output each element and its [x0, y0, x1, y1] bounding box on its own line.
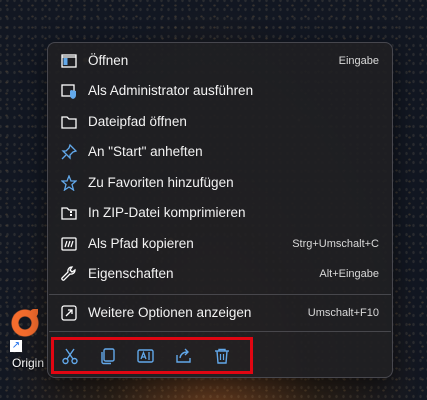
- more-options-icon: [61, 305, 77, 321]
- desktop-shortcut-origin[interactable]: ↗ Origin: [2, 306, 48, 376]
- menu-separator: [49, 331, 391, 332]
- menu-item-label: Eigenschaften: [88, 266, 174, 281]
- shield-admin-icon: [61, 83, 77, 99]
- menu-item-label: Als Administrator ausführen: [88, 83, 254, 98]
- menu-item-label: Öffnen: [88, 53, 129, 68]
- desktop-icon-label: Origin: [12, 356, 45, 370]
- cut-button[interactable]: [58, 344, 82, 368]
- menu-item-properties[interactable]: Eigenschaften Alt+Eingabe: [53, 259, 387, 289]
- menu-item-shortcut: Strg+Umschalt+C: [292, 238, 379, 250]
- zip-folder-icon: [61, 205, 77, 221]
- cut-icon: [61, 347, 79, 365]
- origin-app-icon: [10, 308, 40, 338]
- menu-separator: [49, 294, 391, 295]
- copy-path-icon: [61, 236, 77, 252]
- menu-item-open[interactable]: Öffnen Eingabe: [53, 46, 387, 76]
- delete-icon: [213, 347, 231, 365]
- menu-item-shortcut: Umschalt+F10: [307, 307, 379, 319]
- open-window-icon: [61, 53, 77, 69]
- delete-button[interactable]: [210, 344, 234, 368]
- menu-item-label: Dateipfad öffnen: [88, 114, 187, 129]
- menu-item-label: Weitere Optionen anzeigen: [88, 305, 252, 320]
- star-icon: [61, 175, 77, 191]
- menu-item-shortcut: Alt+Eingabe: [319, 268, 379, 280]
- menu-item-show-more-options[interactable]: Weitere Optionen anzeigen Umschalt+F10: [53, 298, 387, 328]
- share-button[interactable]: [172, 344, 196, 368]
- rename-button[interactable]: [134, 344, 158, 368]
- copy-icon: [99, 347, 117, 365]
- folder-icon: [61, 114, 77, 130]
- menu-item-pin-to-start[interactable]: An "Start" anheften: [53, 137, 387, 167]
- quick-action-toolbar: [51, 337, 253, 374]
- menu-item-open-file-path[interactable]: Dateipfad öffnen: [53, 107, 387, 137]
- context-menu: Öffnen Eingabe Als Administrator ausführ…: [47, 42, 393, 378]
- menu-item-label: An "Start" anheften: [88, 144, 203, 159]
- wrench-icon: [61, 266, 77, 282]
- share-icon: [175, 347, 193, 365]
- menu-item-add-to-favorites[interactable]: Zu Favoriten hinzufügen: [53, 168, 387, 198]
- menu-item-label: Zu Favoriten hinzufügen: [88, 175, 234, 190]
- menu-item-label: In ZIP-Datei komprimieren: [88, 205, 246, 220]
- pin-icon: [61, 144, 77, 160]
- menu-item-compress-zip[interactable]: In ZIP-Datei komprimieren: [53, 198, 387, 228]
- copy-button[interactable]: [96, 344, 120, 368]
- menu-item-shortcut: Eingabe: [338, 55, 379, 67]
- menu-item-copy-as-path[interactable]: Als Pfad kopieren Strg+Umschalt+C: [53, 229, 387, 259]
- shortcut-arrow-icon: ↗: [10, 340, 22, 352]
- menu-item-label: Als Pfad kopieren: [88, 236, 194, 251]
- menu-item-run-as-admin[interactable]: Als Administrator ausführen: [53, 76, 387, 106]
- rename-icon: [137, 347, 155, 365]
